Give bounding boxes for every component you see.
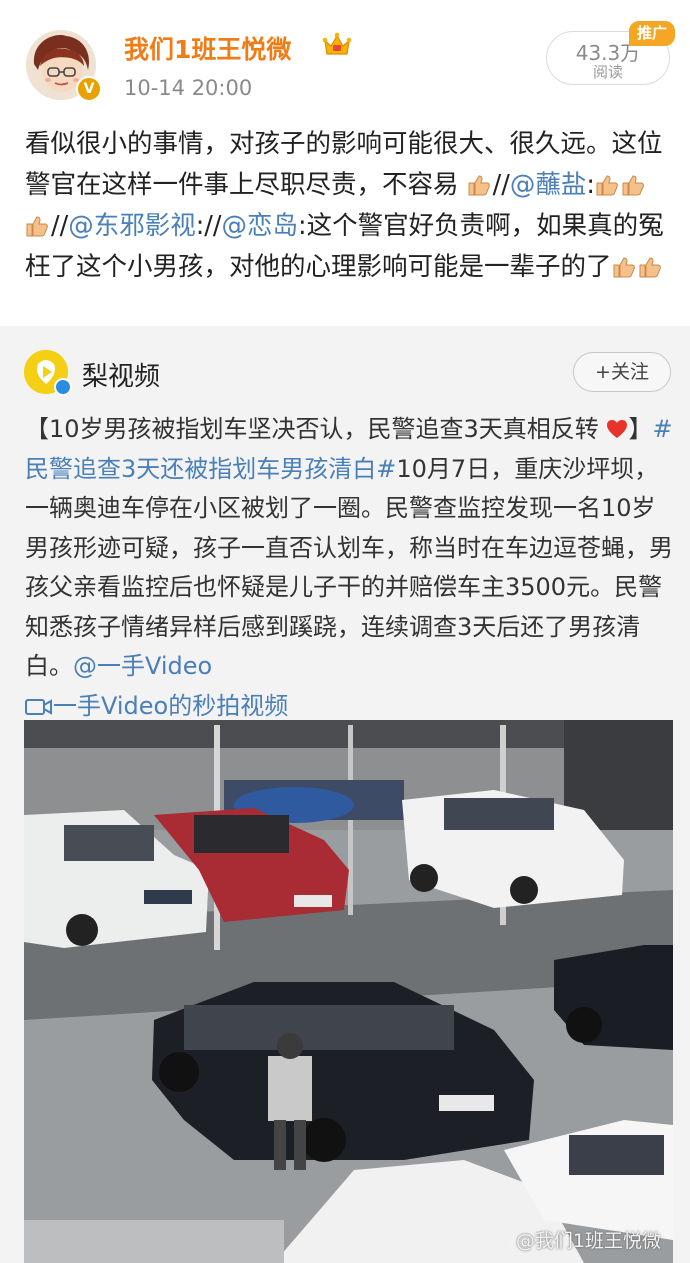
thumbs-up-icon: [26, 216, 48, 237]
crown-vip-icon[interactable]: [322, 32, 352, 58]
thumbs-up-icon: [622, 175, 644, 196]
watermark-text: @我们1班王悦微: [515, 1230, 661, 1252]
repost-headline: 【10岁男孩被指划车坚决否认，民警追查3天真相反转: [25, 415, 599, 443]
thumbs-up-icon: [468, 175, 490, 196]
watermark: @我们1班王悦微: [494, 1226, 661, 1253]
weibo-logo-icon: [494, 1234, 515, 1250]
cctv-video-frame: [24, 720, 673, 1263]
video-link-label: 一手Video的秒拍视频: [53, 691, 289, 720]
verified-badge-icon: V: [76, 76, 102, 102]
repost-separator: //: [51, 211, 69, 241]
thumbs-up-icon: [639, 257, 661, 278]
mention-colon: ://: [195, 211, 222, 241]
source-name[interactable]: 梨视频: [82, 356, 160, 393]
mention-link[interactable]: @一手Video: [73, 652, 212, 680]
follow-button[interactable]: +关注: [573, 352, 671, 392]
thumbs-up-icon: [613, 257, 635, 278]
repost-body: 10月7日，重庆沙坪坝，一辆奥迪车停在小区被划了一圈。民警查监控发现一名10岁男…: [25, 454, 673, 681]
video-thumbnail[interactable]: @我们1班王悦微: [24, 720, 673, 1263]
post-text: 看似很小的事情，对孩子的影响可能很大、很久远。这位警官在这样一件事上尽职尽责，不…: [25, 124, 670, 288]
mention-link[interactable]: @蘸盐: [510, 170, 587, 200]
repost-text: 【10岁男孩被指划车坚决否认，民警追查3天真相反转 】#民警追查3天还被指划车男…: [25, 410, 675, 726]
post-timestamp: 10-14 20:00: [124, 76, 253, 100]
thumbs-up-icon: [596, 175, 618, 196]
repost-separator: //: [492, 170, 510, 200]
source-verified-icon: [54, 378, 72, 396]
mention-colon: :: [586, 170, 595, 200]
mention-link[interactable]: @恋岛: [221, 211, 298, 241]
views-label: 阅读: [592, 63, 623, 81]
video-camera-icon: [25, 698, 52, 715]
headline-bracket: 】: [628, 415, 653, 443]
reposted-post[interactable]: 梨视频 +关注 【10岁男孩被指划车坚决否认，民警追查3天真相反转 】#民警追查…: [0, 326, 690, 1263]
mention-link[interactable]: @东邪影视: [68, 211, 196, 241]
promo-badge: 推广: [629, 21, 675, 46]
username[interactable]: 我们1班王悦微: [124, 30, 291, 66]
heart-icon: [607, 420, 628, 438]
post-header: V 我们1班王悦微 10-14 20:00 43.3万 阅读 推广: [0, 0, 690, 118]
video-source-link[interactable]: 一手Video的秒拍视频: [25, 692, 288, 720]
